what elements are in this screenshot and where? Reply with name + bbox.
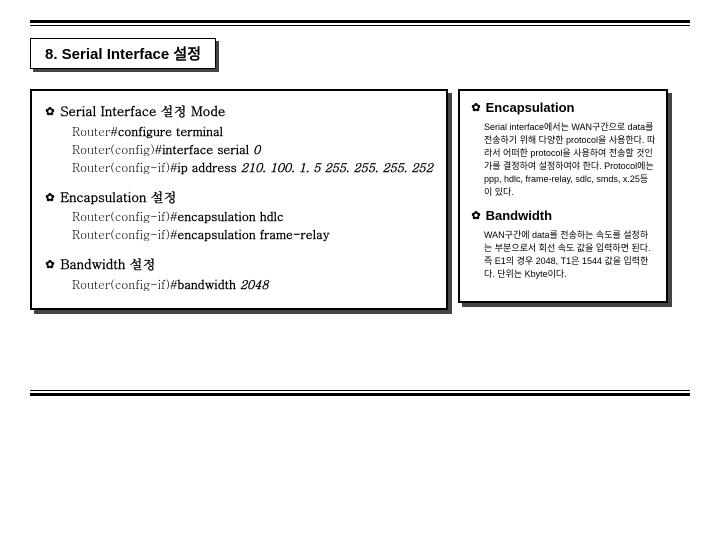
page-title: 8. Serial Interface 설정: [30, 38, 216, 69]
bottom-rule-thick: [30, 393, 690, 396]
sec3-line1: Router(config-if)#bandwidth 2048: [44, 276, 434, 294]
content-row: ✿ Serial Interface 설정 Mode Router#config…: [30, 89, 690, 310]
bullet-icon: ✿: [44, 257, 56, 274]
sec1-title: Serial Interface 설정 Mode: [60, 101, 225, 120]
sec1-line1: Router#configure terminal: [44, 123, 434, 141]
bullet-icon: ✿: [470, 101, 482, 117]
r-head-encap: ✿ Encapsulation: [470, 99, 656, 118]
sec2-head: ✿ Encapsulation 설정: [44, 187, 434, 207]
right-panel: ✿ Encapsulation Serial interface에서는 WAN구…: [458, 89, 668, 303]
title-box: 8. Serial Interface 설정: [30, 38, 216, 69]
sec2-line1: Router(config-if)#encapsulation hdlc: [44, 208, 434, 226]
top-rule-thick: [30, 20, 690, 23]
sec3-title: Bandwidth 설정: [60, 254, 155, 273]
bullet-icon: ✿: [44, 104, 56, 121]
bottom-rule-thin: [30, 390, 690, 391]
left-panel: ✿ Serial Interface 설정 Mode Router#config…: [30, 89, 448, 310]
r-body-bw: WAN구간에 data를 전송하는 속도를 설정하는 부분으로서 회선 속도 값…: [470, 229, 656, 281]
top-rule-thin: [30, 25, 690, 26]
sec1-line3: Router(config-if)#ip address 210. 100. 1…: [44, 159, 434, 177]
sec2-line2: Router(config-if)#encapsulation frame-re…: [44, 226, 434, 244]
sec1-line2: Router(config)#interface serial 0: [44, 141, 434, 159]
sec3-head: ✿ Bandwidth 설정: [44, 254, 434, 274]
sec1-head: ✿ Serial Interface 설정 Mode: [44, 101, 434, 121]
sec2-title: Encapsulation 설정: [60, 187, 176, 206]
r-body-encap: Serial interface에서는 WAN구간으로 data를 전송하기 위…: [470, 121, 656, 199]
r-head-bw: ✿ Bandwidth: [470, 207, 656, 226]
bullet-icon: ✿: [44, 190, 56, 207]
bullet-icon: ✿: [470, 209, 482, 225]
